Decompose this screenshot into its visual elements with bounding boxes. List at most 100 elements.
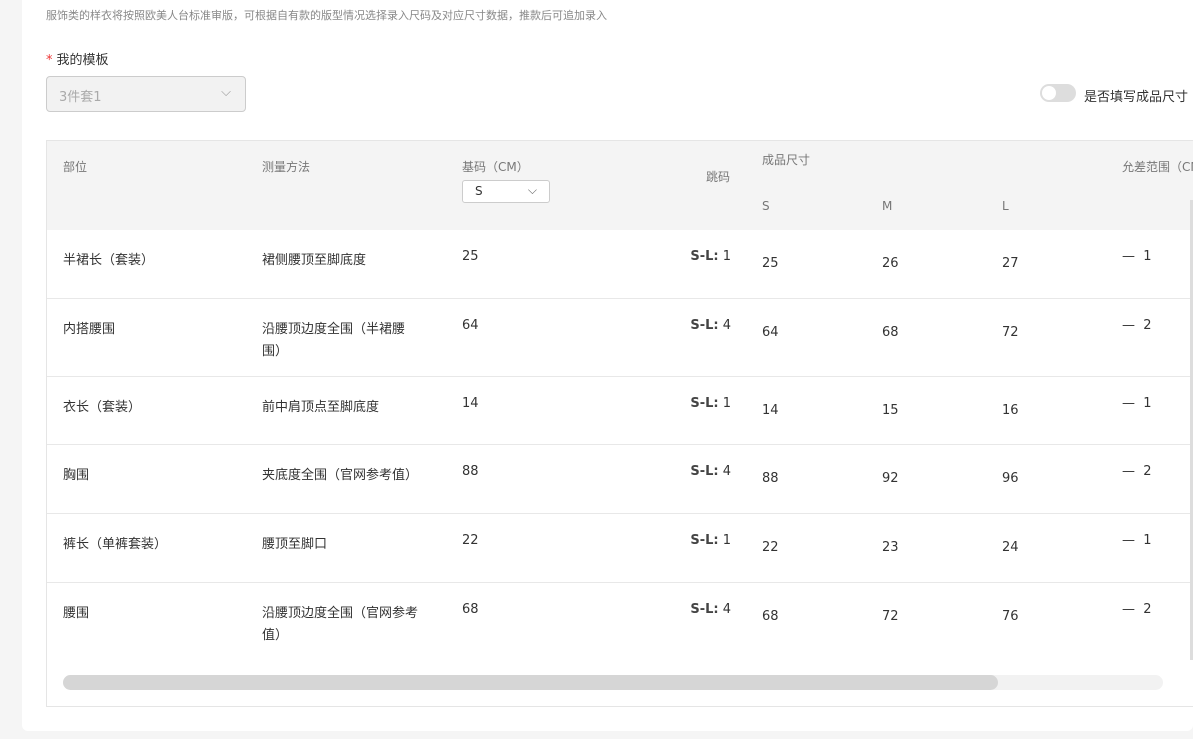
jump-cell: S-L: 1: [651, 533, 731, 548]
chevron-down-icon: ⌵: [527, 183, 537, 197]
hint-text: 服饰类的样衣将按照欧美人台标准审版，可根据自有款的版型情况选择录入尺码及对应尺寸…: [46, 9, 607, 22]
finished-size-toggle[interactable]: [1040, 84, 1076, 102]
method-cell: 腰顶至脚口: [262, 537, 328, 552]
jump-value: 4: [722, 318, 731, 333]
method-cell: 前中肩顶点至脚底度: [262, 400, 380, 415]
jump-cell: S-L: 4: [651, 602, 731, 617]
header-part: 部位: [63, 160, 88, 174]
scrollbar-thumb[interactable]: [63, 675, 998, 690]
tolerance-value: 2: [1143, 464, 1152, 479]
jump-label: S-L:: [690, 464, 719, 479]
size-s-cell: 22: [762, 540, 779, 555]
tolerance-cell: — 2: [1122, 464, 1152, 479]
size-l-cell: 27: [1002, 256, 1019, 271]
minus-icon: —: [1122, 396, 1135, 411]
size-m-cell: 72: [882, 609, 899, 624]
method-cell: 沿腰顶边度全围（官网参考: [262, 606, 419, 621]
table-row: 胸围 夹底度全围（官网参考值） 88 S-L: 4 88 92 96 — 2: [47, 445, 1193, 514]
template-select-value: 3件套1: [59, 90, 102, 105]
table-header: 部位 测量方法 基码（CM） S⌵ 跳码 成品尺寸 S M L 允差范围（CM）: [47, 141, 1193, 230]
tolerance-value: 1: [1143, 533, 1152, 548]
jump-label: S-L:: [690, 533, 719, 548]
required-mark: *: [46, 53, 53, 68]
jump-cell: S-L: 1: [651, 249, 731, 264]
part-cell: 半裙长（套装）: [63, 253, 155, 268]
size-s-cell: 68: [762, 609, 779, 624]
method-cell: 裙侧腰顶至脚底度: [262, 253, 367, 268]
size-l-cell: 16: [1002, 403, 1019, 418]
size-s-cell: 14: [762, 403, 779, 418]
header-size-m: M: [882, 199, 893, 213]
chevron-down-icon: ⌵: [221, 85, 231, 100]
jump-cell: S-L: 4: [651, 464, 731, 479]
header-finished: 成品尺寸: [762, 153, 811, 167]
minus-icon: —: [1122, 318, 1135, 333]
tolerance-cell: — 1: [1122, 396, 1152, 411]
base-cell: 14: [462, 396, 479, 411]
base-cell: 22: [462, 533, 479, 548]
size-l-cell: 96: [1002, 471, 1019, 486]
minus-icon: —: [1122, 249, 1135, 264]
tolerance-value: 1: [1143, 249, 1152, 264]
tolerance-value: 2: [1143, 318, 1152, 333]
size-l-cell: 24: [1002, 540, 1019, 555]
jump-cell: S-L: 4: [651, 318, 731, 333]
jump-cell: S-L: 1: [651, 396, 731, 411]
tolerance-value: 2: [1143, 602, 1152, 617]
base-cell: 88: [462, 464, 479, 479]
table-row: 半裙长（套装） 裙侧腰顶至脚底度 25 S-L: 1 25 26 27 — 1: [47, 230, 1193, 299]
template-label-text: 我的模板: [56, 53, 109, 68]
jump-value: 1: [722, 249, 731, 264]
header-size-l: L: [1002, 199, 1009, 213]
part-cell: 胸围: [63, 468, 90, 483]
part-cell: 裤长（单裤套装）: [63, 537, 168, 552]
jump-value: 1: [722, 396, 731, 411]
size-s-cell: 25: [762, 256, 779, 271]
jump-label: S-L:: [690, 318, 719, 333]
jump-value: 1: [722, 533, 731, 548]
header-tolerance: 允差范围（CM）: [1122, 160, 1193, 174]
table-row: 裤长（单裤套装） 腰顶至脚口 22 S-L: 1 22 23 24 — 1: [47, 514, 1193, 583]
base-size-select[interactable]: S ⌵: [462, 180, 550, 203]
size-l-cell: 72: [1002, 325, 1019, 340]
jump-value: 4: [722, 602, 731, 617]
header-base: 基码（CM）: [462, 160, 529, 174]
horizontal-scrollbar[interactable]: [63, 675, 1163, 690]
template-select[interactable]: 3件套1 ⌵: [46, 76, 246, 112]
base-size-value: S: [475, 184, 483, 198]
size-m-cell: 15: [882, 403, 899, 418]
finished-size-toggle-label: 是否填写成品尺寸: [1084, 90, 1189, 105]
template-label: * 我的模板: [46, 49, 109, 68]
tolerance-cell: — 2: [1122, 602, 1152, 617]
size-s-cell: 88: [762, 471, 779, 486]
size-m-cell: 92: [882, 471, 899, 486]
jump-value: 4: [722, 464, 731, 479]
size-m-cell: 26: [882, 256, 899, 271]
tolerance-cell: — 1: [1122, 533, 1152, 548]
jump-label: S-L:: [690, 249, 719, 264]
jump-label: S-L:: [690, 602, 719, 617]
method-cell: 夹底度全围（官网参考值）: [262, 468, 419, 483]
method-cell: 沿腰顶边度全围（半裙腰: [262, 322, 406, 337]
tolerance-value: 1: [1143, 396, 1152, 411]
minus-icon: —: [1122, 602, 1135, 617]
size-table: 部位 测量方法 基码（CM） S⌵ 跳码 成品尺寸 S M L 允差范围（CM）…: [46, 140, 1193, 707]
base-cell: 25: [462, 249, 479, 264]
header-method: 测量方法: [262, 160, 311, 174]
size-m-cell: 23: [882, 540, 899, 555]
table-row: 腰围 沿腰顶边度全围（官网参考 值） 68 S-L: 4 68 72 76 — …: [47, 583, 1193, 663]
tolerance-cell: — 1: [1122, 249, 1152, 264]
size-l-cell: 76: [1002, 609, 1019, 624]
minus-icon: —: [1122, 464, 1135, 479]
part-cell: 腰围: [63, 606, 90, 621]
base-cell: 68: [462, 602, 479, 617]
size-m-cell: 68: [882, 325, 899, 340]
method-cell-cont: 值）: [262, 628, 289, 643]
part-cell: 内搭腰围: [63, 322, 116, 337]
jump-label: S-L:: [690, 396, 719, 411]
table-row: 内搭腰围 沿腰顶边度全围（半裙腰 围） 64 S-L: 4 64 68 72 —…: [47, 299, 1193, 377]
part-cell: 衣长（套装）: [63, 400, 142, 415]
base-cell: 64: [462, 318, 479, 333]
header-size-s: S: [762, 199, 770, 213]
method-cell-cont: 围）: [262, 344, 289, 359]
